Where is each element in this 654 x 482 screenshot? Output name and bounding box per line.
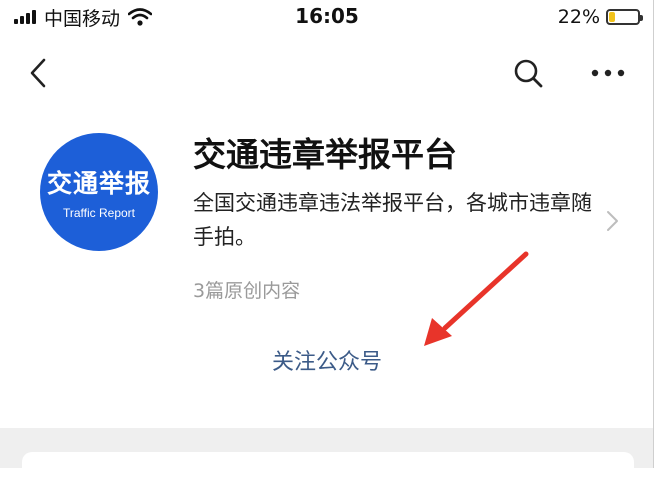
chevron-left-icon <box>30 58 46 88</box>
original-count: 3篇原创内容 <box>193 280 301 302</box>
battery-level <box>609 12 615 22</box>
status-bar: 中国移动 16:05 22% <box>0 0 654 34</box>
back-button[interactable] <box>18 48 58 98</box>
search-button[interactable] <box>505 48 551 98</box>
logo-text: 交通举报 <box>46 169 151 198</box>
nav-bar <box>0 48 654 98</box>
account-name: 交通违章举报平台 <box>193 135 457 174</box>
more-button[interactable] <box>582 48 634 98</box>
logo-subtext: Traffic Report <box>62 206 136 220</box>
follow-button[interactable]: 关注公众号 <box>0 344 654 376</box>
account-description: 全国交通违章违法举报平台，各城市违章随手拍。 <box>193 191 592 249</box>
battery-icon <box>606 9 643 25</box>
clock: 16:05 <box>295 4 359 28</box>
battery-percent: 22% <box>557 6 600 28</box>
search-icon <box>514 59 543 88</box>
more-icon <box>591 69 625 77</box>
chevron-right-icon[interactable] <box>603 206 623 236</box>
content-card <box>22 452 634 482</box>
account-avatar[interactable]: 交通举报 Traffic Report <box>40 133 158 251</box>
